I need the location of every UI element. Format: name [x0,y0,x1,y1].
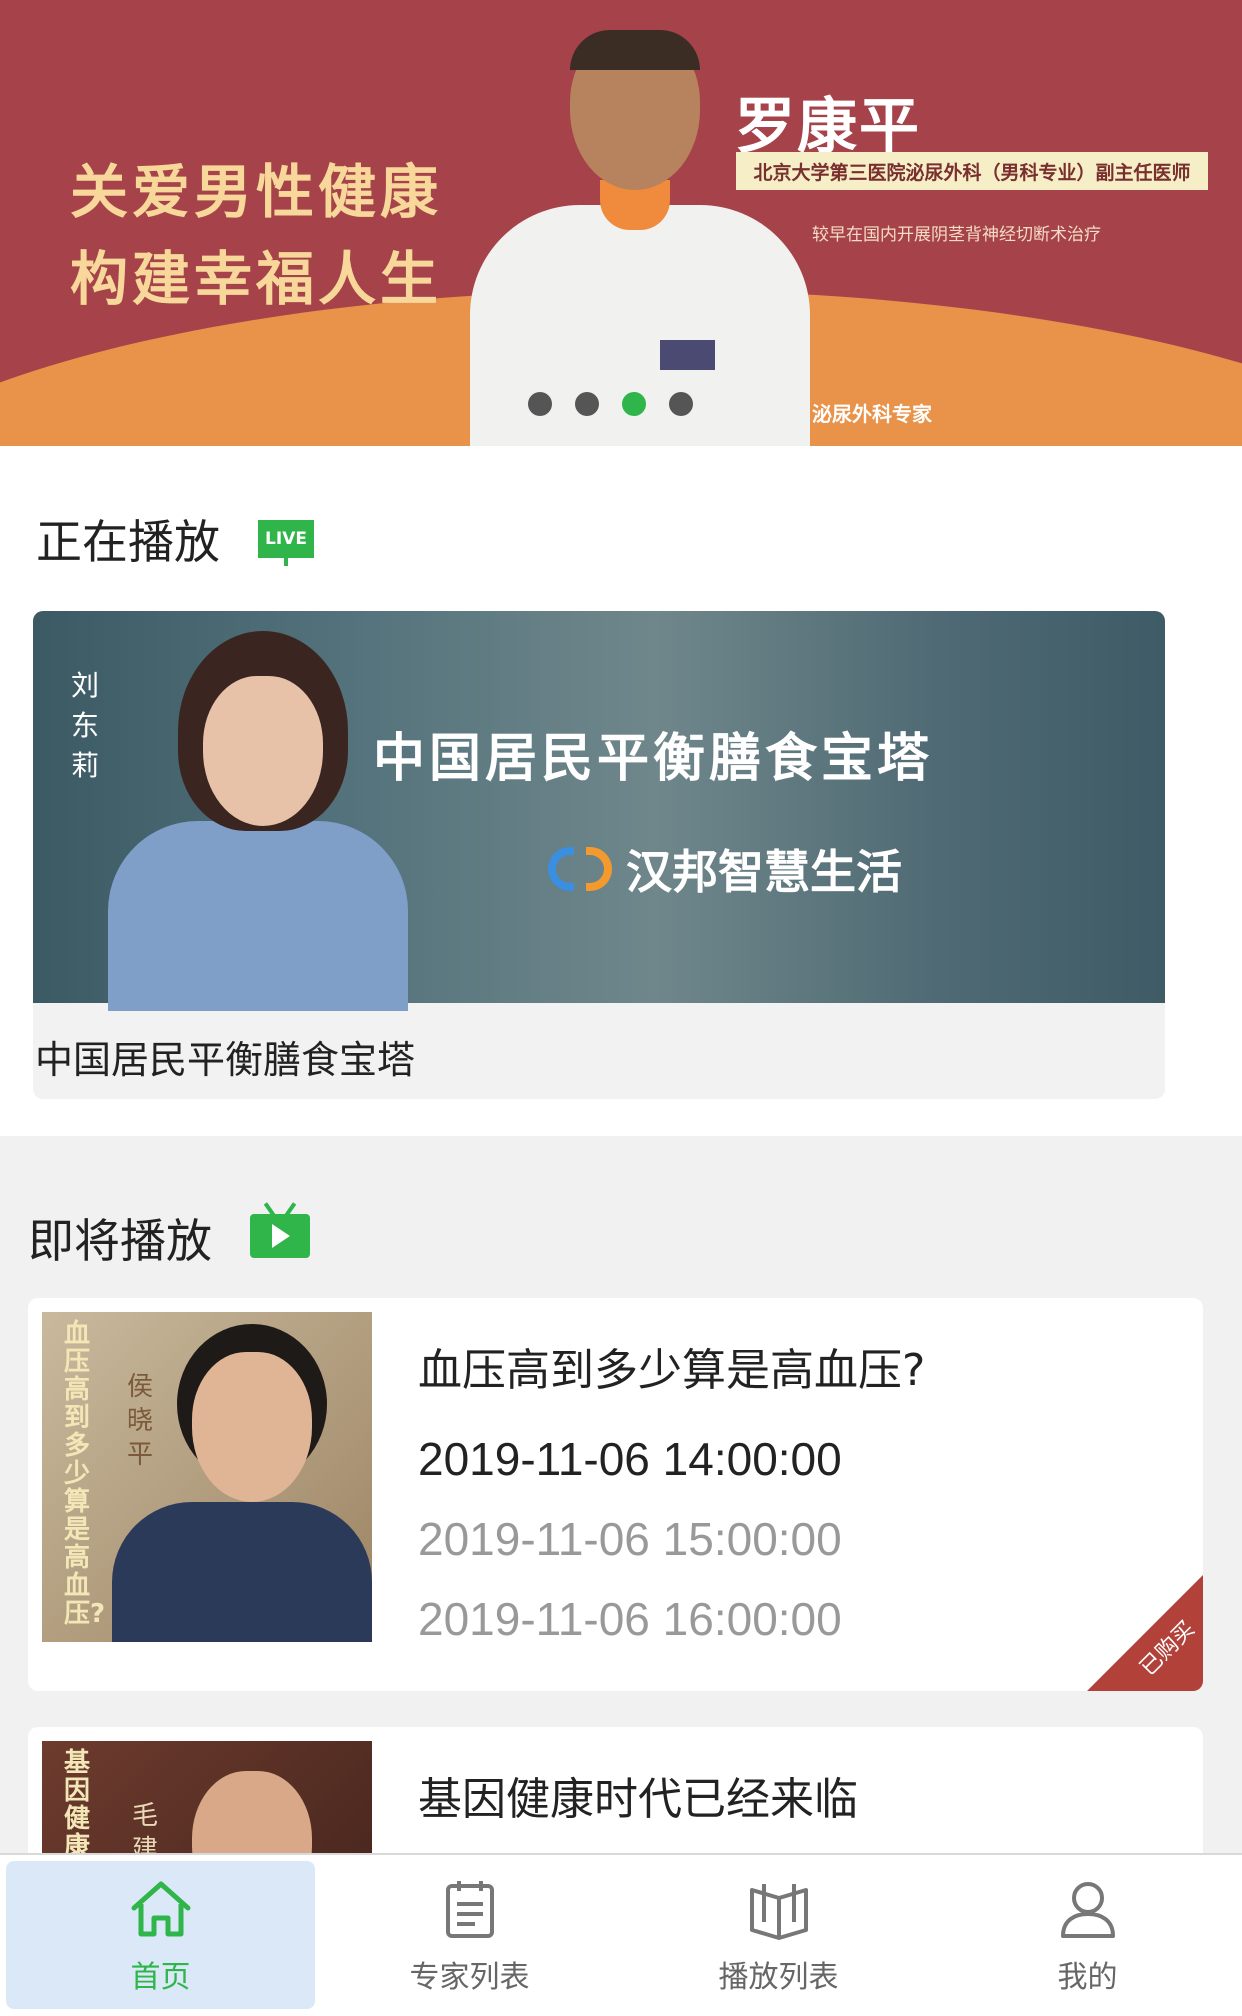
cover-title: 中国居民平衡膳食宝塔 [373,728,934,789]
banner-doctor-desc: 较早在国内开展阴茎背神经切断术治疗 [812,225,1101,245]
upcoming-thumbnail: 血压高到多少算是高血压? 侯晓平 [42,1312,372,1642]
banner-carousel[interactable]: 关爱男性健康 构建幸福人生 罗康平 北京大学第三医院泌尿外科（男科专业）副主任医… [0,0,1242,446]
book-icon [749,1884,808,1940]
thumb-title-text: 基因健康 [64,1748,91,1862]
banner-doctor-title: 北京大学第三医院泌尿外科（男科专业）副主任医师 [736,152,1208,190]
upcoming-time: 2019-11-06 16:00:00 [418,1593,842,1645]
home-icon [131,1881,190,1937]
carousel-dot[interactable] [528,392,552,416]
now-playing-title: 正在播放 [36,515,220,569]
thumb-speaker-name: 侯晓平 [127,1372,154,1470]
tab-playlist[interactable]: 播放列表 [624,1861,933,2009]
now-playing-cover: 刘东莉 中国居民平衡膳食宝塔 汉邦智慧生活 [33,611,1165,1011]
carousel-dot[interactable] [575,392,599,416]
upcoming-item-title: 血压高到多少算是高血压? [418,1345,926,1396]
upcoming-item-title: 基因健康时代已经来临 [418,1774,858,1825]
cover-speaker-photo [108,631,408,1011]
cover-brand: 汉邦智慧生活 [548,836,902,902]
bottom-tab-bar: 首页 专家列表 播放列表 我的 [0,1853,1242,2016]
tv-icon [250,1202,310,1258]
tab-label: 播放列表 [718,1960,839,1995]
tab-home[interactable]: 首页 [6,1861,315,2009]
tab-label: 专家列表 [409,1960,530,1995]
cover-speaker-name: 刘东莉 [71,669,100,782]
tab-label: 我的 [1057,1960,1118,1995]
now-playing-section: 正在播放 LIVE 刘东莉 中国居民平衡膳食宝塔 汉邦智慧生活 中国居民平衡膳食… [0,446,1242,1136]
banner-tag: 泌尿外科专家 [812,402,932,426]
thumb-title-text: 血压高到多少算是高血压? [64,1319,106,1629]
tab-experts[interactable]: 专家列表 [315,1861,624,2009]
carousel-indicator [528,392,693,416]
upcoming-time: 2019-11-06 15:00:00 [418,1513,842,1565]
banner-slogan-line2: 构建幸福人生 [70,245,443,313]
upcoming-card[interactable]: 血压高到多少算是高血压? 侯晓平 血压高到多少算是高血压? 2019-11-06… [28,1298,1203,1691]
carousel-dot-active[interactable] [622,392,646,416]
now-playing-card[interactable]: 刘东莉 中国居民平衡膳食宝塔 汉邦智慧生活 中国居民平衡膳食宝塔 [33,611,1165,1099]
now-playing-caption: 中国居民平衡膳食宝塔 [35,1038,416,1082]
brand-name: 汉邦智慧生活 [626,845,902,899]
tab-mine[interactable]: 我的 [933,1861,1242,2009]
user-icon [1060,1882,1115,1938]
live-icon: LIVE [258,520,314,566]
purchased-badge: 已购买 [1087,1575,1203,1691]
upcoming-time: 2019-11-06 14:00:00 [418,1433,842,1485]
upcoming-title: 即将播放 [28,1214,212,1268]
banner-slogan-line1: 关爱男性健康 [70,158,443,226]
tab-label: 首页 [130,1960,191,1995]
brand-logo-icon [548,843,612,895]
list-icon [445,1881,494,1938]
carousel-dot[interactable] [669,392,693,416]
